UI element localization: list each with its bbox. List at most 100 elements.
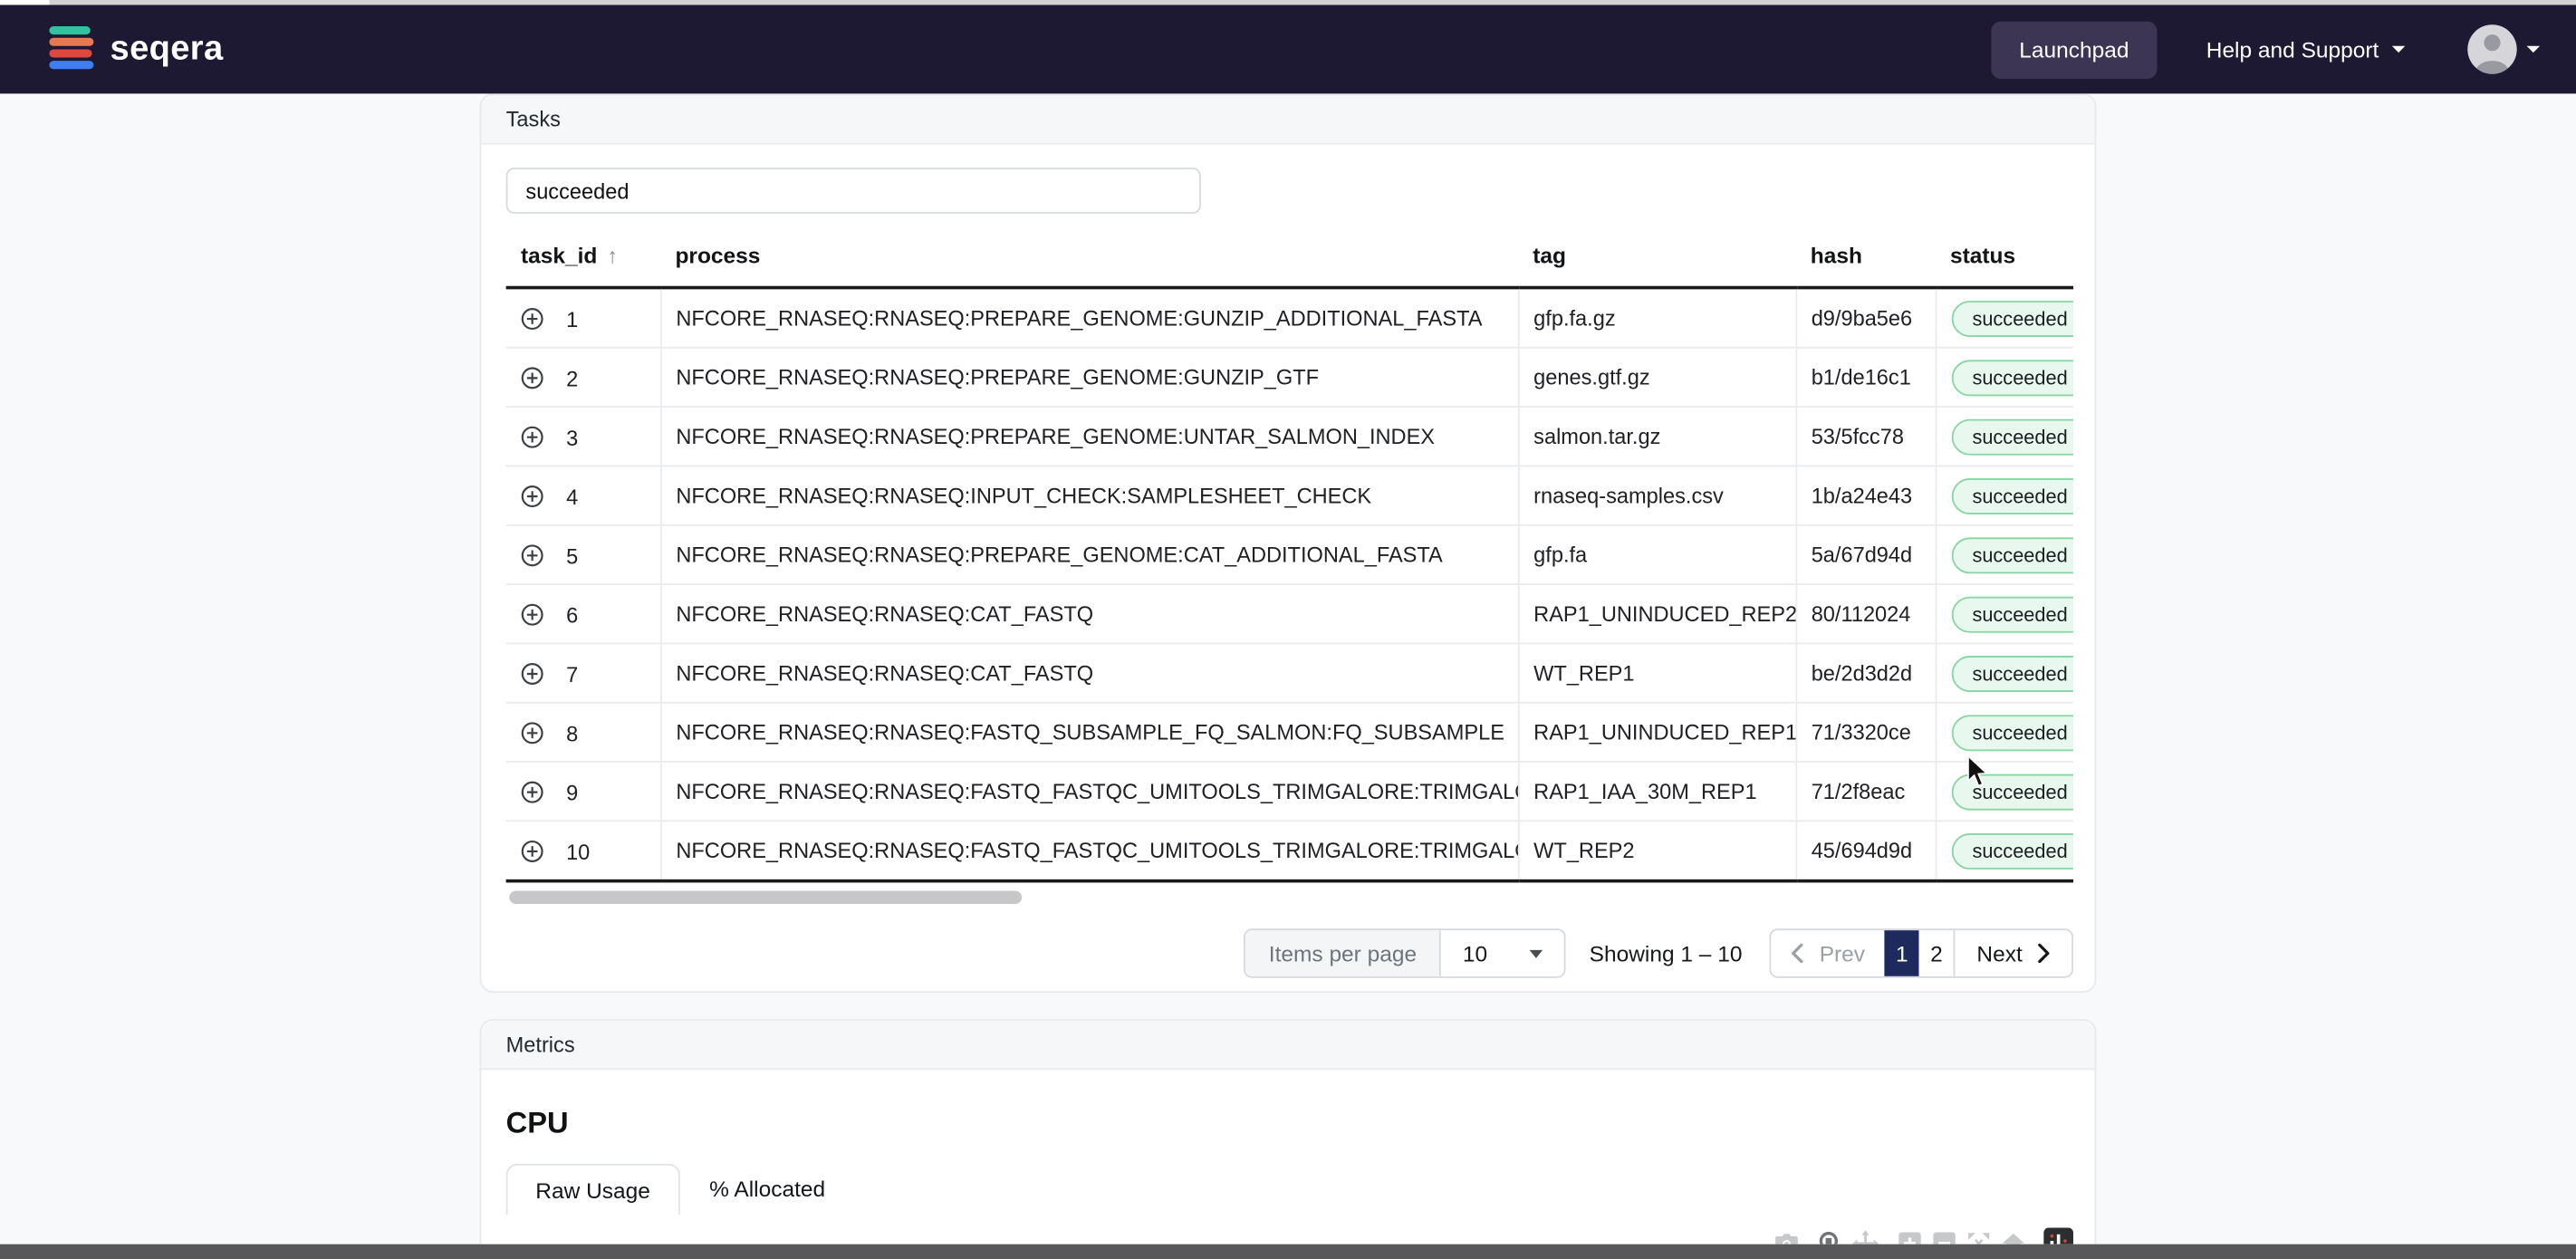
zoom-icon[interactable] — [1817, 1228, 1845, 1245]
tasks-table-header-row: task_id ↑ process tag hash status — [505, 233, 2073, 290]
expand-row-icon[interactable] — [521, 307, 543, 331]
process-cell: NFCORE_RNASEQ:RNASEQ:CAT_FASTQ — [660, 643, 1519, 704]
cpu-tabs: Raw Usage % Allocated — [505, 1163, 2071, 1216]
plotly-logo-icon[interactable] — [2043, 1227, 2073, 1245]
status-badge: succeeded — [1950, 655, 2073, 692]
tasks-title: Tasks — [505, 106, 561, 132]
home-icon[interactable] — [1999, 1228, 2027, 1245]
avatar — [2467, 24, 2517, 74]
help-and-support-menu[interactable]: Help and Support — [2206, 37, 2406, 62]
expand-row-icon[interactable] — [521, 722, 543, 745]
metrics-title: Metrics — [505, 1032, 575, 1057]
expand-row-icon[interactable] — [521, 662, 543, 686]
hash-cell: 80/112024 — [1795, 584, 1937, 645]
chevron-down-icon — [2526, 45, 2541, 53]
table-row[interactable]: 5 NFCORE_RNASEQ:RNASEQ:PREPARE_GENOME:CA… — [505, 524, 2073, 586]
process-cell: NFCORE_RNASEQ:RNASEQ:FASTQ_FASTQC_UMITOO… — [660, 821, 1519, 883]
expand-row-icon[interactable] — [521, 603, 543, 626]
column-header-hash[interactable]: hash — [1795, 233, 1936, 290]
zoom-in-icon[interactable] — [1896, 1228, 1924, 1245]
tag-cell: rnaseq-samples.csv — [1517, 466, 1797, 526]
tag-cell: WT_REP2 — [1517, 821, 1797, 883]
horizontal-scrollbar — [506, 890, 2073, 905]
seqera-logo-icon — [49, 26, 94, 72]
prev-page-button[interactable]: Prev — [1772, 930, 1885, 976]
expand-row-icon[interactable] — [521, 781, 543, 803]
process-cell: NFCORE_RNASEQ:RNASEQ:PREPARE_GENOME:UNTA… — [660, 407, 1519, 467]
chevron-down-icon — [2391, 45, 2406, 53]
status-badge: succeeded — [1950, 773, 2073, 810]
status-badge: succeeded — [1950, 359, 2073, 396]
process-cell: NFCORE_RNASEQ:RNASEQ:CAT_FASTQ — [660, 584, 1519, 645]
status-badge: succeeded — [1950, 300, 2073, 337]
sort-ascending-icon: ↑ — [607, 243, 619, 268]
process-cell: NFCORE_RNASEQ:RNASEQ:PREPARE_GENOME:CAT_… — [660, 524, 1519, 586]
table-row[interactable]: 6 NFCORE_RNASEQ:RNASEQ:CAT_FASTQ RAP1_UN… — [505, 584, 2073, 645]
task-id-value: 5 — [566, 543, 579, 569]
table-row[interactable]: 8 NFCORE_RNASEQ:RNASEQ:FASTQ_SUBSAMPLE_F… — [505, 702, 2073, 763]
autoscale-icon[interactable] — [1965, 1228, 1993, 1245]
tag-cell: salmon.tar.gz — [1517, 407, 1797, 467]
camera-icon[interactable] — [1773, 1228, 1801, 1245]
zoom-out-icon[interactable] — [1930, 1228, 1958, 1245]
user-menu[interactable] — [2467, 24, 2541, 74]
task-id-value: 7 — [566, 661, 579, 687]
hash-cell: 1b/a24e43 — [1795, 466, 1937, 526]
chevron-right-icon — [2038, 943, 2050, 964]
cpu-heading: CPU — [505, 1106, 569, 1139]
status-badge: succeeded — [1950, 595, 2073, 632]
task-id-value: 9 — [566, 780, 579, 805]
task-search-input[interactable] — [505, 168, 1201, 214]
tag-cell: gfp.fa.gz — [1517, 287, 1797, 349]
column-header-tag[interactable]: tag — [1517, 233, 1796, 290]
task-id-value: 1 — [566, 306, 579, 332]
tag-cell: RAP1_UNINDUCED_REP1 — [1517, 702, 1797, 763]
page-button-1[interactable]: 1 — [1884, 930, 1919, 976]
items-per-page-control: Items per page 10 — [1244, 928, 1567, 978]
hash-cell: d9/9ba5e6 — [1795, 287, 1937, 349]
column-header-status[interactable]: status — [1935, 233, 2073, 290]
pagination-bar: Items per page 10 Showing 1 – 10 Prev 1 — [506, 928, 2073, 978]
column-header-task-id[interactable]: task_id ↑ — [505, 233, 661, 290]
status-badge: succeeded — [1950, 536, 2073, 573]
expand-row-icon[interactable] — [521, 426, 543, 448]
process-cell: NFCORE_RNASEQ:RNASEQ:INPUT_CHECK:SAMPLES… — [660, 466, 1519, 526]
table-row[interactable]: 3 NFCORE_RNASEQ:RNASEQ:PREPARE_GENOME:UN… — [505, 407, 2073, 467]
table-row[interactable]: 4 NFCORE_RNASEQ:RNASEQ:INPUT_CHECK:SAMPL… — [505, 466, 2073, 526]
status-badge: succeeded — [1950, 832, 2073, 870]
expand-row-icon[interactable] — [521, 840, 543, 863]
page-background: Tasks task_id↑ process tag hash — [0, 93, 2576, 1245]
table-row[interactable]: 1 NFCORE_RNASEQ:RNASEQ:PREPARE_GENOME:GU… — [505, 287, 2073, 349]
table-row[interactable]: 2 NFCORE_RNASEQ:RNASEQ:PREPARE_GENOME:GU… — [505, 347, 2073, 408]
process-cell: NFCORE_RNASEQ:RNASEQ:FASTQ_FASTQC_UMITOO… — [660, 762, 1519, 822]
expand-row-icon[interactable] — [521, 544, 543, 567]
column-header-process[interactable]: process — [660, 233, 1518, 290]
expand-row-icon[interactable] — [521, 485, 543, 508]
status-badge: succeeded — [1950, 418, 2073, 455]
table-row[interactable]: 10 NFCORE_RNASEQ:RNASEQ:FASTQ_FASTQC_UMI… — [505, 821, 2073, 883]
horizontal-scrollbar-thumb[interactable] — [509, 890, 1023, 905]
task-id-value: 8 — [566, 720, 579, 745]
table-row[interactable]: 7 NFCORE_RNASEQ:RNASEQ:CAT_FASTQ WT_REP1… — [505, 643, 2073, 704]
tasks-table: task_id ↑ process tag hash status 1 NFCOR… — [505, 233, 2073, 883]
tasks-section-header: Tasks — [481, 95, 2095, 145]
table-row[interactable]: 9 NFCORE_RNASEQ:RNASEQ:FASTQ_FASTQC_UMIT… — [505, 762, 2073, 822]
items-per-page-select[interactable]: 10 — [1439, 930, 1565, 976]
tag-cell: RAP1_IAA_30M_REP1 — [1517, 762, 1797, 822]
next-page-button[interactable]: Next — [1954, 930, 2071, 976]
pan-icon[interactable] — [1851, 1228, 1879, 1245]
task-id-value: 10 — [566, 839, 591, 864]
tab-percent-allocated[interactable]: % Allocated — [680, 1164, 855, 1215]
hash-cell: b1/de16c1 — [1795, 347, 1937, 408]
launchpad-button[interactable]: Launchpad — [1991, 20, 2158, 79]
tab-raw-usage[interactable]: Raw Usage — [505, 1163, 680, 1216]
task-id-value: 6 — [566, 602, 579, 628]
chevron-left-icon — [1792, 943, 1804, 964]
app-window: seqera Launchpad Help and Support Tasks — [0, 0, 2576, 1259]
chevron-down-icon — [1530, 948, 1543, 958]
expand-row-icon[interactable] — [521, 367, 543, 389]
seqera-brand[interactable]: seqera — [49, 26, 223, 72]
task-id-value: 4 — [566, 484, 579, 509]
task-id-value: 2 — [566, 365, 579, 391]
page-button-2[interactable]: 2 — [1919, 930, 1954, 976]
